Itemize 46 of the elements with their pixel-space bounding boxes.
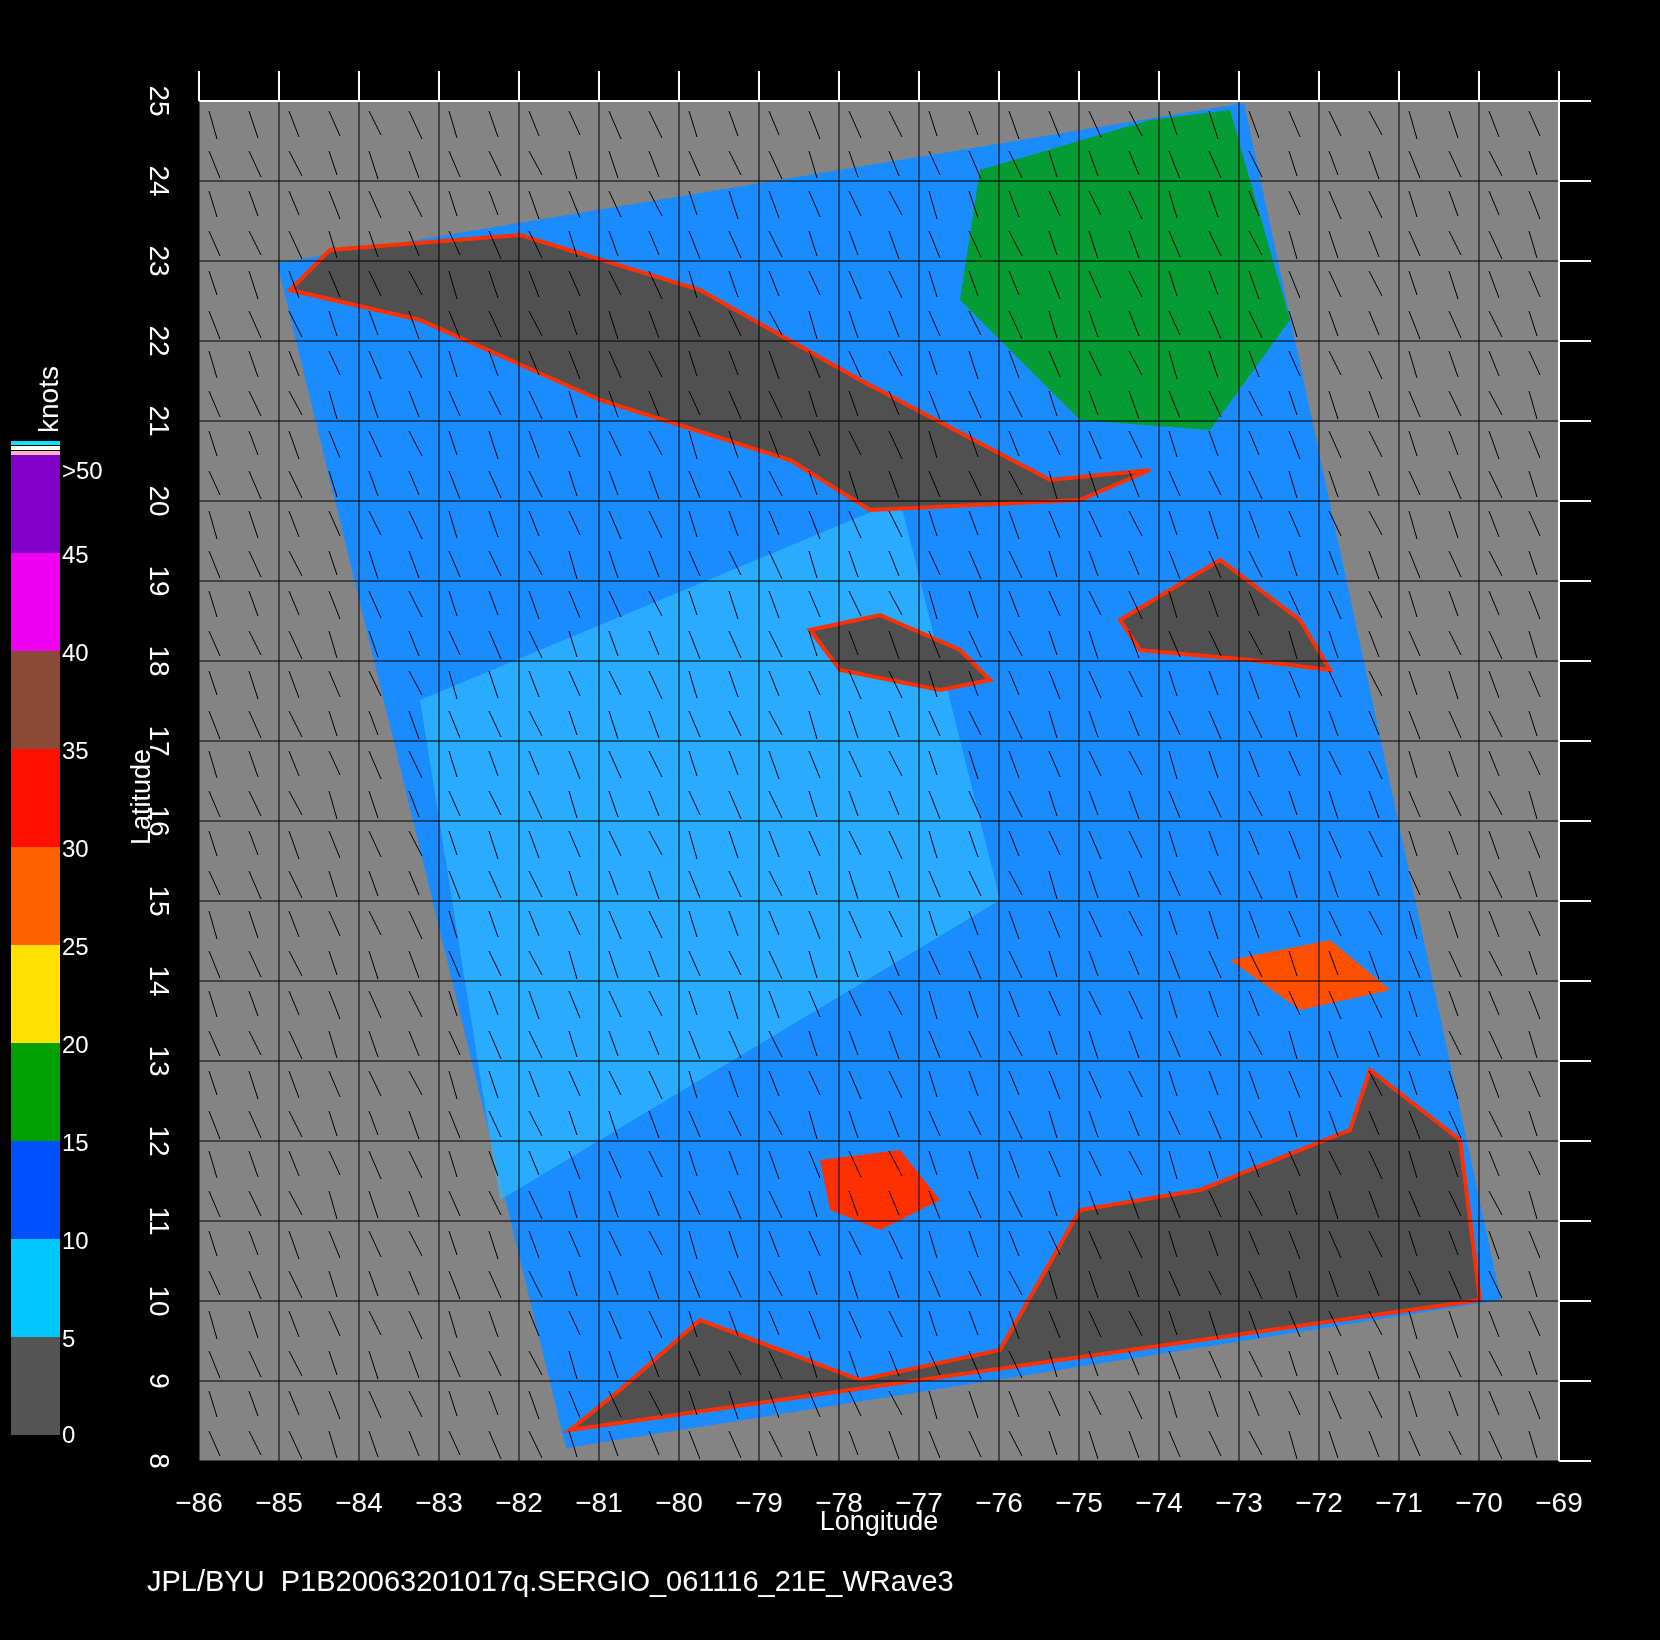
axis-tick-label: 13 <box>144 1045 175 1077</box>
colorbar-title: knots <box>33 366 64 433</box>
axis-tick-label: −80 <box>655 1487 703 1518</box>
axis-tick-label: 21 <box>144 405 175 437</box>
axis-tick-label: 18 <box>144 645 175 677</box>
axis-tick-label: 24 <box>144 165 175 197</box>
colorbar-label: 0 <box>62 1421 76 1448</box>
colorbar-label: 35 <box>62 737 89 764</box>
colorbar-label: >50 <box>62 457 103 484</box>
axis-tick-label: 9 <box>144 1373 175 1389</box>
axis-tick-label: −74 <box>1135 1487 1183 1518</box>
axis-tick-label: −72 <box>1295 1487 1343 1518</box>
axis-tick-label: 25 <box>144 85 175 117</box>
colorbar-label: 45 <box>62 541 89 568</box>
axis-tick-label: −86 <box>175 1487 223 1518</box>
axis-tick-label: −79 <box>735 1487 783 1518</box>
axis-tick-label: 14 <box>144 965 175 997</box>
colorbar-label: 15 <box>62 1129 89 1156</box>
axis-tick-label: −81 <box>575 1487 623 1518</box>
colorbar-cap-drawing <box>11 441 60 455</box>
colorbar-label: 30 <box>62 835 89 862</box>
axis-tick-label: −70 <box>1455 1487 1503 1518</box>
axis-tick-label: 12 <box>144 1125 175 1157</box>
axis-tick-label: −71 <box>1375 1487 1423 1518</box>
axis-tick-label: 10 <box>144 1285 175 1317</box>
colorbar-label: 40 <box>62 639 89 666</box>
axis-tick-label: 11 <box>144 1206 175 1236</box>
colorbar-label: 25 <box>62 933 89 960</box>
axis-tick-label: −83 <box>415 1487 463 1518</box>
axis-tick-label: 22 <box>144 325 175 357</box>
colorbar-label: 10 <box>62 1227 89 1254</box>
axis-tick-label: −73 <box>1215 1487 1263 1518</box>
axis-tick-label: 19 <box>144 565 175 597</box>
axis-tick-label: 15 <box>144 885 175 917</box>
axis-tick-label: −76 <box>975 1487 1023 1518</box>
colorbar-label: 5 <box>62 1325 76 1352</box>
axis-tick-label: 8 <box>144 1453 175 1469</box>
axis-tick-label: −82 <box>495 1487 543 1518</box>
axis-tick-label: −69 <box>1535 1487 1583 1518</box>
colorbar-label: 20 <box>62 1031 89 1058</box>
axis-tick-label: −85 <box>255 1487 303 1518</box>
caption: JPL/BYU P1B20063201017q.SERGIO_061116_21E_WRave3 <box>147 1565 954 1597</box>
axis-tick-label: −84 <box>335 1487 383 1518</box>
axis-tick-label: 20 <box>144 485 175 517</box>
axis-tick-label: 23 <box>144 245 175 277</box>
axis-tick-label: −75 <box>1055 1487 1103 1518</box>
